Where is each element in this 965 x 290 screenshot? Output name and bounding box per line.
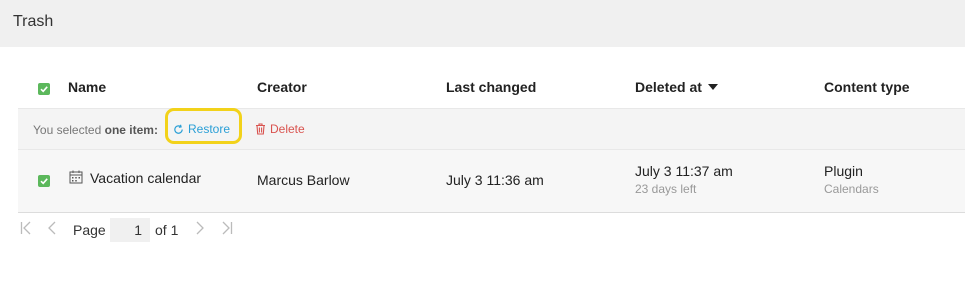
sort-desc-icon bbox=[707, 84, 718, 90]
page-header: Trash bbox=[0, 0, 965, 47]
selection-count: one item: bbox=[104, 123, 158, 137]
column-header-creator[interactable]: Creator bbox=[257, 79, 307, 95]
calendar-icon bbox=[69, 170, 83, 184]
column-header-content-type[interactable]: Content type bbox=[824, 79, 910, 95]
restore-label: Restore bbox=[188, 122, 231, 136]
selection-message: You selected one item: bbox=[33, 123, 158, 137]
page-title: Trash bbox=[13, 13, 54, 30]
page-total-label: of 1 bbox=[155, 222, 179, 238]
row-last-changed: July 3 11:36 am bbox=[446, 172, 544, 188]
page-number-input[interactable]: 1 bbox=[110, 218, 150, 242]
row-name[interactable]: Vacation calendar bbox=[90, 170, 201, 186]
select-all-checkbox[interactable] bbox=[38, 83, 50, 95]
row-checkbox[interactable] bbox=[38, 175, 50, 187]
check-icon bbox=[40, 178, 48, 185]
check-icon bbox=[40, 86, 48, 93]
selection-prefix: You selected bbox=[33, 123, 102, 137]
trash-icon bbox=[256, 123, 265, 135]
column-header-name[interactable]: Name bbox=[68, 79, 106, 95]
table-header-row: Name Creator Last changed Deleted at Con… bbox=[18, 66, 965, 108]
page-label: Page bbox=[73, 222, 106, 238]
pagination: Page 1 of 1 bbox=[18, 218, 258, 242]
trash-table: Name Creator Last changed Deleted at Con… bbox=[18, 66, 965, 213]
table-row[interactable]: Vacation calendar Marcus Barlow July 3 1… bbox=[18, 149, 965, 213]
column-header-deleted-at[interactable]: Deleted at bbox=[635, 79, 718, 95]
row-deleted-remaining: 23 days left bbox=[635, 182, 697, 196]
previous-page-icon[interactable] bbox=[47, 221, 57, 235]
row-content-type: Plugin bbox=[824, 163, 863, 179]
delete-label: Delete bbox=[270, 122, 305, 136]
row-content-subtype: Calendars bbox=[824, 182, 879, 196]
restore-button[interactable]: Restore bbox=[173, 122, 230, 136]
restore-icon bbox=[174, 124, 183, 134]
row-deleted-at: July 3 11:37 am bbox=[635, 163, 733, 179]
first-page-icon[interactable] bbox=[20, 221, 32, 235]
selection-bar: You selected one item: Restore Delete bbox=[18, 108, 965, 149]
column-header-deleted-at-label: Deleted at bbox=[635, 79, 702, 95]
next-page-icon[interactable] bbox=[195, 221, 205, 235]
last-page-icon[interactable] bbox=[221, 221, 233, 235]
column-header-last-changed[interactable]: Last changed bbox=[446, 79, 536, 95]
row-creator: Marcus Barlow bbox=[257, 172, 350, 188]
delete-button[interactable]: Delete bbox=[255, 122, 305, 136]
